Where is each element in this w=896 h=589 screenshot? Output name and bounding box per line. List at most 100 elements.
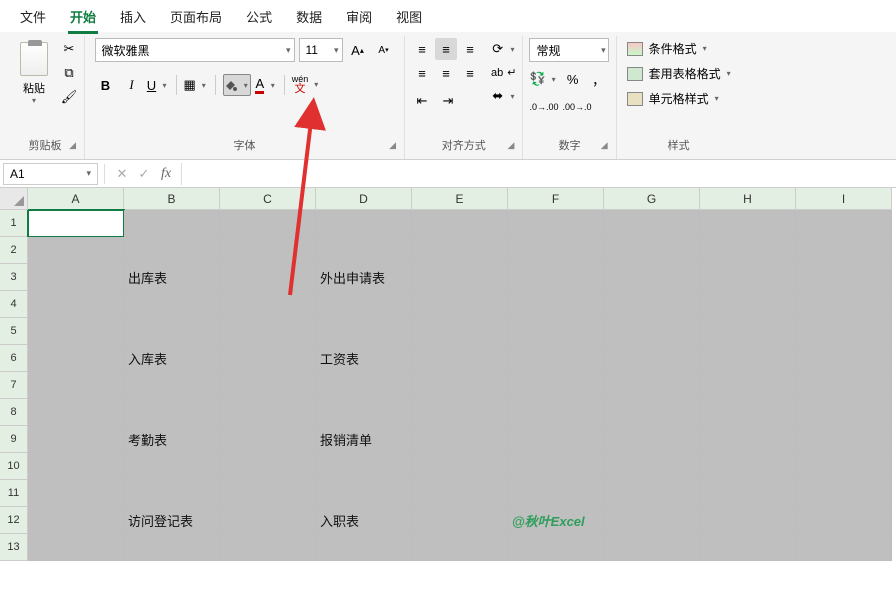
cell-C3[interactable] xyxy=(220,264,316,291)
cell-C13[interactable] xyxy=(220,534,316,561)
row-header[interactable]: 13 xyxy=(0,534,28,561)
cell-D10[interactable] xyxy=(316,453,412,480)
font-color-button[interactable]: A xyxy=(255,74,277,96)
cell-C5[interactable] xyxy=(220,318,316,345)
cell-G12[interactable] xyxy=(604,507,700,534)
cell-E6[interactable] xyxy=(412,345,508,372)
border-button[interactable]: ▦ xyxy=(184,74,208,96)
cell-I3[interactable] xyxy=(796,264,892,291)
cut-icon[interactable]: ✂ xyxy=(60,40,78,58)
wrap-text-button[interactable]: ab↵ xyxy=(491,66,516,79)
cell-F12[interactable]: @秋叶Excel xyxy=(508,507,604,534)
paste-button[interactable]: 粘贴 ▾ xyxy=(12,38,56,109)
cell-H9[interactable] xyxy=(700,426,796,453)
cell-I10[interactable] xyxy=(796,453,892,480)
cell-B10[interactable] xyxy=(124,453,220,480)
cell-A9[interactable] xyxy=(28,426,124,453)
align-middle-icon[interactable]: ≡ xyxy=(435,38,457,60)
cell-B5[interactable] xyxy=(124,318,220,345)
cell-G1[interactable] xyxy=(604,210,700,237)
cell-C8[interactable] xyxy=(220,399,316,426)
row-header[interactable]: 4 xyxy=(0,291,28,318)
format-painter-icon[interactable]: 🖌 xyxy=(60,88,78,106)
cell-B6[interactable]: 入库表 xyxy=(124,345,220,372)
phonetic-button[interactable]: wén文 xyxy=(292,74,321,96)
cell-D13[interactable] xyxy=(316,534,412,561)
cell-C1[interactable] xyxy=(220,210,316,237)
name-box[interactable]: A1▾ xyxy=(3,163,98,185)
cell-E13[interactable] xyxy=(412,534,508,561)
cell-C7[interactable] xyxy=(220,372,316,399)
align-launcher-icon[interactable]: ◢ xyxy=(508,140,515,151)
clipboard-launcher-icon[interactable]: ◢ xyxy=(69,140,76,151)
cell-E10[interactable] xyxy=(412,453,508,480)
cell-A3[interactable] xyxy=(28,264,124,291)
merge-button[interactable]: ⬌ xyxy=(491,85,516,107)
cell-B13[interactable] xyxy=(124,534,220,561)
conditional-format-button[interactable]: 条件格式▾ xyxy=(623,38,735,59)
cell-A1[interactable] xyxy=(28,210,124,237)
cell-I11[interactable] xyxy=(796,480,892,507)
cell-H12[interactable] xyxy=(700,507,796,534)
cell-A10[interactable] xyxy=(28,453,124,480)
row-header[interactable]: 6 xyxy=(0,345,28,372)
align-right-icon[interactable]: ≡ xyxy=(459,62,481,84)
cell-D6[interactable]: 工资表 xyxy=(316,345,412,372)
tab-home[interactable]: 开始 xyxy=(58,1,108,32)
cell-H8[interactable] xyxy=(700,399,796,426)
cell-G9[interactable] xyxy=(604,426,700,453)
col-header[interactable]: B xyxy=(124,188,220,210)
italic-button[interactable]: I xyxy=(121,74,143,96)
cell-A13[interactable] xyxy=(28,534,124,561)
cell-G4[interactable] xyxy=(604,291,700,318)
row-header[interactable]: 5 xyxy=(0,318,28,345)
row-header[interactable]: 11 xyxy=(0,480,28,507)
cell-G2[interactable] xyxy=(604,237,700,264)
fx-icon[interactable]: fx xyxy=(155,163,177,185)
underline-button[interactable]: U xyxy=(147,74,169,96)
align-bottom-icon[interactable]: ≡ xyxy=(459,38,481,60)
cell-C9[interactable] xyxy=(220,426,316,453)
cell-A7[interactable] xyxy=(28,372,124,399)
cell-D11[interactable] xyxy=(316,480,412,507)
cell-H1[interactable] xyxy=(700,210,796,237)
cell-G7[interactable] xyxy=(604,372,700,399)
align-left-icon[interactable]: ≡ xyxy=(411,62,433,84)
cell-F2[interactable] xyxy=(508,237,604,264)
cell-E8[interactable] xyxy=(412,399,508,426)
row-header[interactable]: 7 xyxy=(0,372,28,399)
cell-G8[interactable] xyxy=(604,399,700,426)
cell-H5[interactable] xyxy=(700,318,796,345)
cell-F4[interactable] xyxy=(508,291,604,318)
cell-I9[interactable] xyxy=(796,426,892,453)
cell-E11[interactable] xyxy=(412,480,508,507)
cell-H13[interactable] xyxy=(700,534,796,561)
tab-data[interactable]: 数据 xyxy=(284,1,334,32)
currency-button[interactable]: 💱 xyxy=(529,68,557,90)
indent-decrease-icon[interactable]: ⇤ xyxy=(411,90,433,112)
cell-I12[interactable] xyxy=(796,507,892,534)
align-top-icon[interactable]: ≡ xyxy=(411,38,433,60)
cell-H7[interactable] xyxy=(700,372,796,399)
confirm-formula-icon[interactable]: ✓ xyxy=(133,163,155,185)
cell-B4[interactable] xyxy=(124,291,220,318)
cell-F5[interactable] xyxy=(508,318,604,345)
col-header[interactable]: A xyxy=(28,188,124,210)
cell-F9[interactable] xyxy=(508,426,604,453)
cell-B7[interactable] xyxy=(124,372,220,399)
cell-G6[interactable] xyxy=(604,345,700,372)
tab-formula[interactable]: 公式 xyxy=(234,1,284,32)
cell-E7[interactable] xyxy=(412,372,508,399)
cell-I5[interactable] xyxy=(796,318,892,345)
cell-H10[interactable] xyxy=(700,453,796,480)
bold-button[interactable]: B xyxy=(95,74,117,96)
cell-D3[interactable]: 外出申请表 xyxy=(316,264,412,291)
cell-D12[interactable]: 入职表 xyxy=(316,507,412,534)
cell-I2[interactable] xyxy=(796,237,892,264)
tab-pagelayout[interactable]: 页面布局 xyxy=(158,1,234,32)
number-launcher-icon[interactable]: ◢ xyxy=(601,140,608,151)
tab-insert[interactable]: 插入 xyxy=(108,1,158,32)
percent-button[interactable]: % xyxy=(562,68,584,90)
row-header[interactable]: 2 xyxy=(0,237,28,264)
cell-A8[interactable] xyxy=(28,399,124,426)
